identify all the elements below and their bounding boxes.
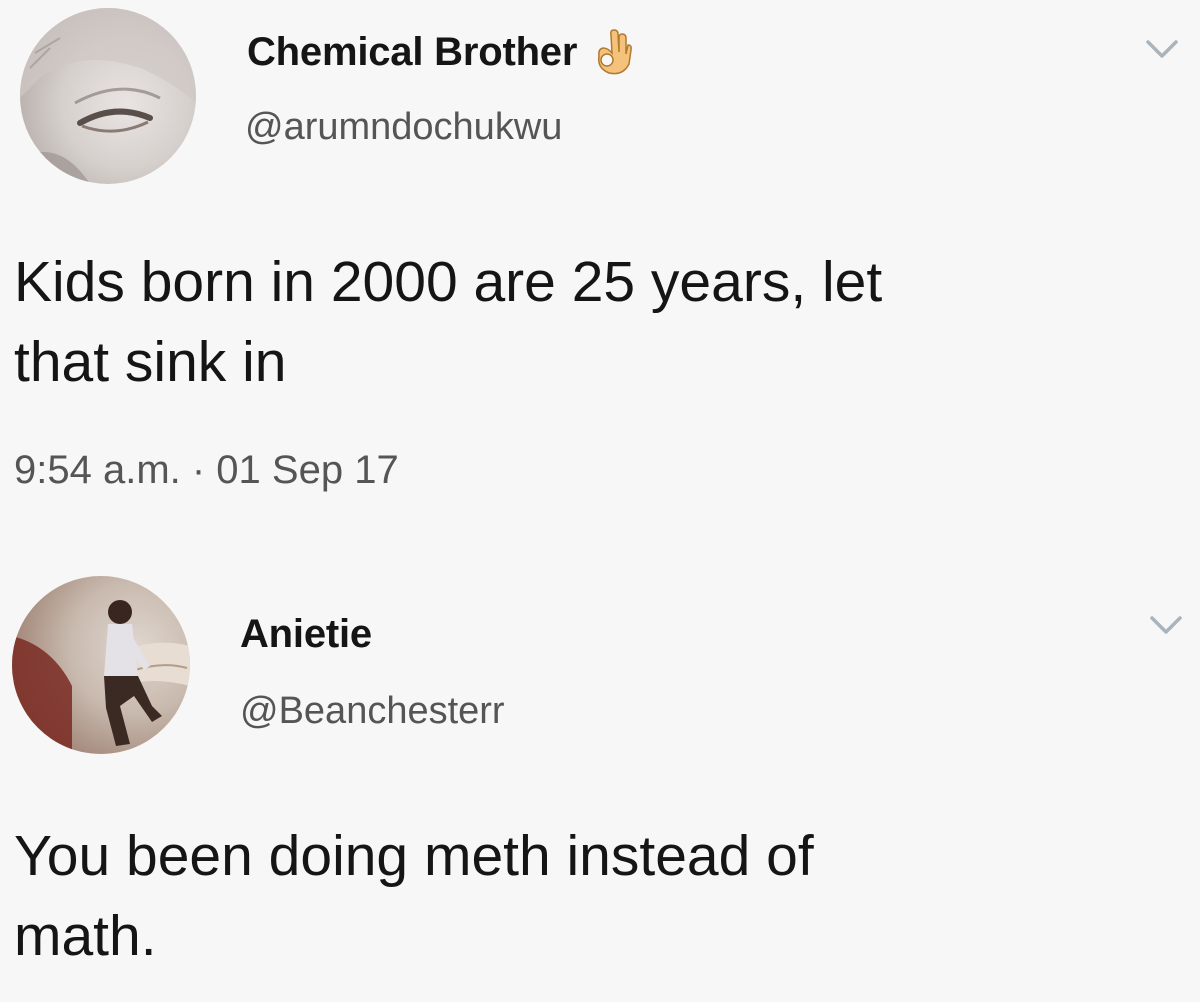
tweet-text: You been doing meth instead of math.	[14, 824, 814, 968]
handle[interactable]: @Beanchesterr	[240, 690, 505, 733]
display-name[interactable]: Chemical Brother	[247, 30, 577, 75]
handle[interactable]: @arumndochukwu	[245, 106, 562, 149]
timestamp[interactable]: 9:54 a.m. · 01 Sep 17	[14, 448, 399, 493]
tweet-text: Kids born in 2000 are 25 years, let that…	[14, 250, 883, 394]
avatar[interactable]	[20, 8, 196, 184]
chevron-down-icon[interactable]	[1142, 34, 1182, 62]
display-name[interactable]: Anietie	[240, 612, 372, 657]
avatar[interactable]	[12, 576, 190, 754]
tweet-original[interactable]: Chemical Brother @arumndochukwu Kids bor…	[0, 0, 1200, 540]
author-row: Chemical Brother	[247, 28, 635, 76]
ok-hand-icon	[591, 28, 635, 76]
avatar-photo	[20, 8, 196, 184]
author-row: Anietie	[240, 612, 372, 657]
tweet-thread: Chemical Brother @arumndochukwu Kids bor…	[0, 0, 1200, 1002]
tweet-reply[interactable]: Anietie @Beanchesterr You been doing met…	[0, 560, 1200, 1002]
chevron-down-icon[interactable]	[1146, 610, 1186, 638]
avatar-photo	[12, 576, 190, 754]
